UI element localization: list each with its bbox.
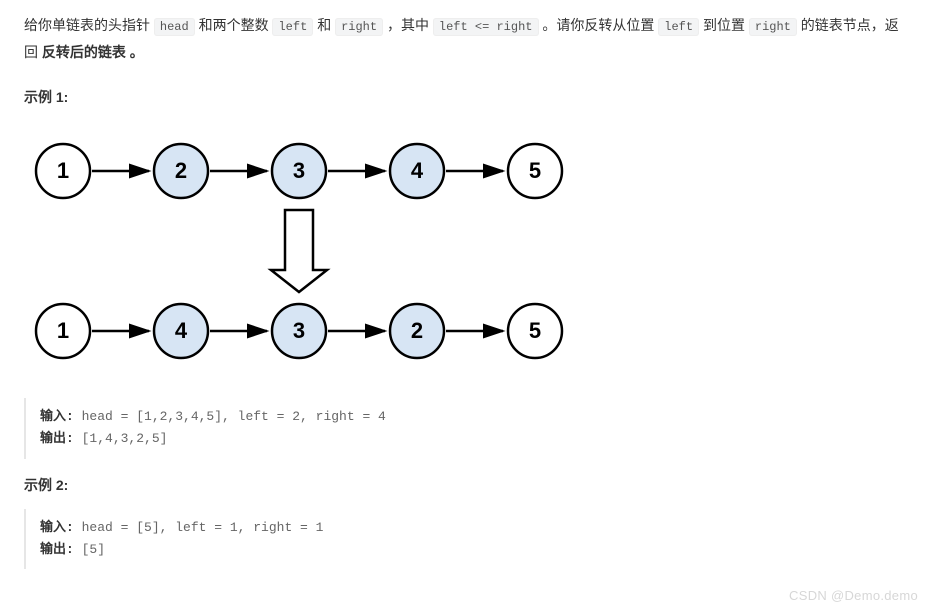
example2-block: 输入: head = [5], left = 1, right = 1 输出: … (24, 509, 912, 569)
output-value: [1,4,3,2,5] (74, 431, 168, 446)
svg-text:1: 1 (57, 318, 69, 343)
example1-block: 输入: head = [1,2,3,4,5], left = 2, right … (24, 398, 912, 458)
example1-output: 输出: [1,4,3,2,5] (40, 428, 898, 450)
desc-text: 和两个整数 (199, 17, 273, 33)
code-head: head (154, 18, 195, 36)
example2-title: 示例 2: (24, 475, 912, 495)
code-left2: left (658, 18, 699, 36)
example1-input: 输入: head = [1,2,3,4,5], left = 2, right … (40, 406, 898, 428)
svg-text:5: 5 (529, 158, 541, 183)
desc-bold: 反转后的链表 。 (42, 44, 144, 60)
example1-title: 示例 1: (24, 87, 912, 107)
svg-text:1: 1 (57, 158, 69, 183)
desc-text: ，其中 (387, 17, 433, 33)
linked-list-diagram: 1 2 3 4 5 1 4 3 2 5 (28, 121, 912, 384)
desc-text: 给你单链表的头指针 (24, 17, 154, 33)
desc-text: 和 (317, 17, 335, 33)
problem-description: 给你单链表的头指针 head 和两个整数 left 和 right ，其中 le… (24, 12, 912, 65)
svg-text:5: 5 (529, 318, 541, 343)
code-right2: right (749, 18, 797, 36)
input-label: 输入: (40, 409, 74, 424)
svg-text:2: 2 (175, 158, 187, 183)
svg-text:4: 4 (175, 318, 188, 343)
code-left: left (272, 18, 313, 36)
watermark: CSDN @Demo.demo (789, 588, 918, 603)
example2-output: 输出: [5] (40, 539, 898, 561)
code-right: right (335, 18, 383, 36)
desc-text: 。请你反转从位置 (542, 17, 658, 33)
output-label: 输出: (40, 542, 74, 557)
svg-text:3: 3 (293, 158, 305, 183)
desc-text: 到位置 (703, 17, 749, 33)
input-value: head = [1,2,3,4,5], left = 2, right = 4 (74, 409, 386, 424)
input-value: head = [5], left = 1, right = 1 (74, 520, 324, 535)
code-cond: left <= right (433, 18, 539, 36)
example2-input: 输入: head = [5], left = 1, right = 1 (40, 517, 898, 539)
svg-text:2: 2 (411, 318, 423, 343)
input-label: 输入: (40, 520, 74, 535)
svg-text:3: 3 (293, 318, 305, 343)
svg-text:4: 4 (411, 158, 424, 183)
output-label: 输出: (40, 431, 74, 446)
output-value: [5] (74, 542, 105, 557)
